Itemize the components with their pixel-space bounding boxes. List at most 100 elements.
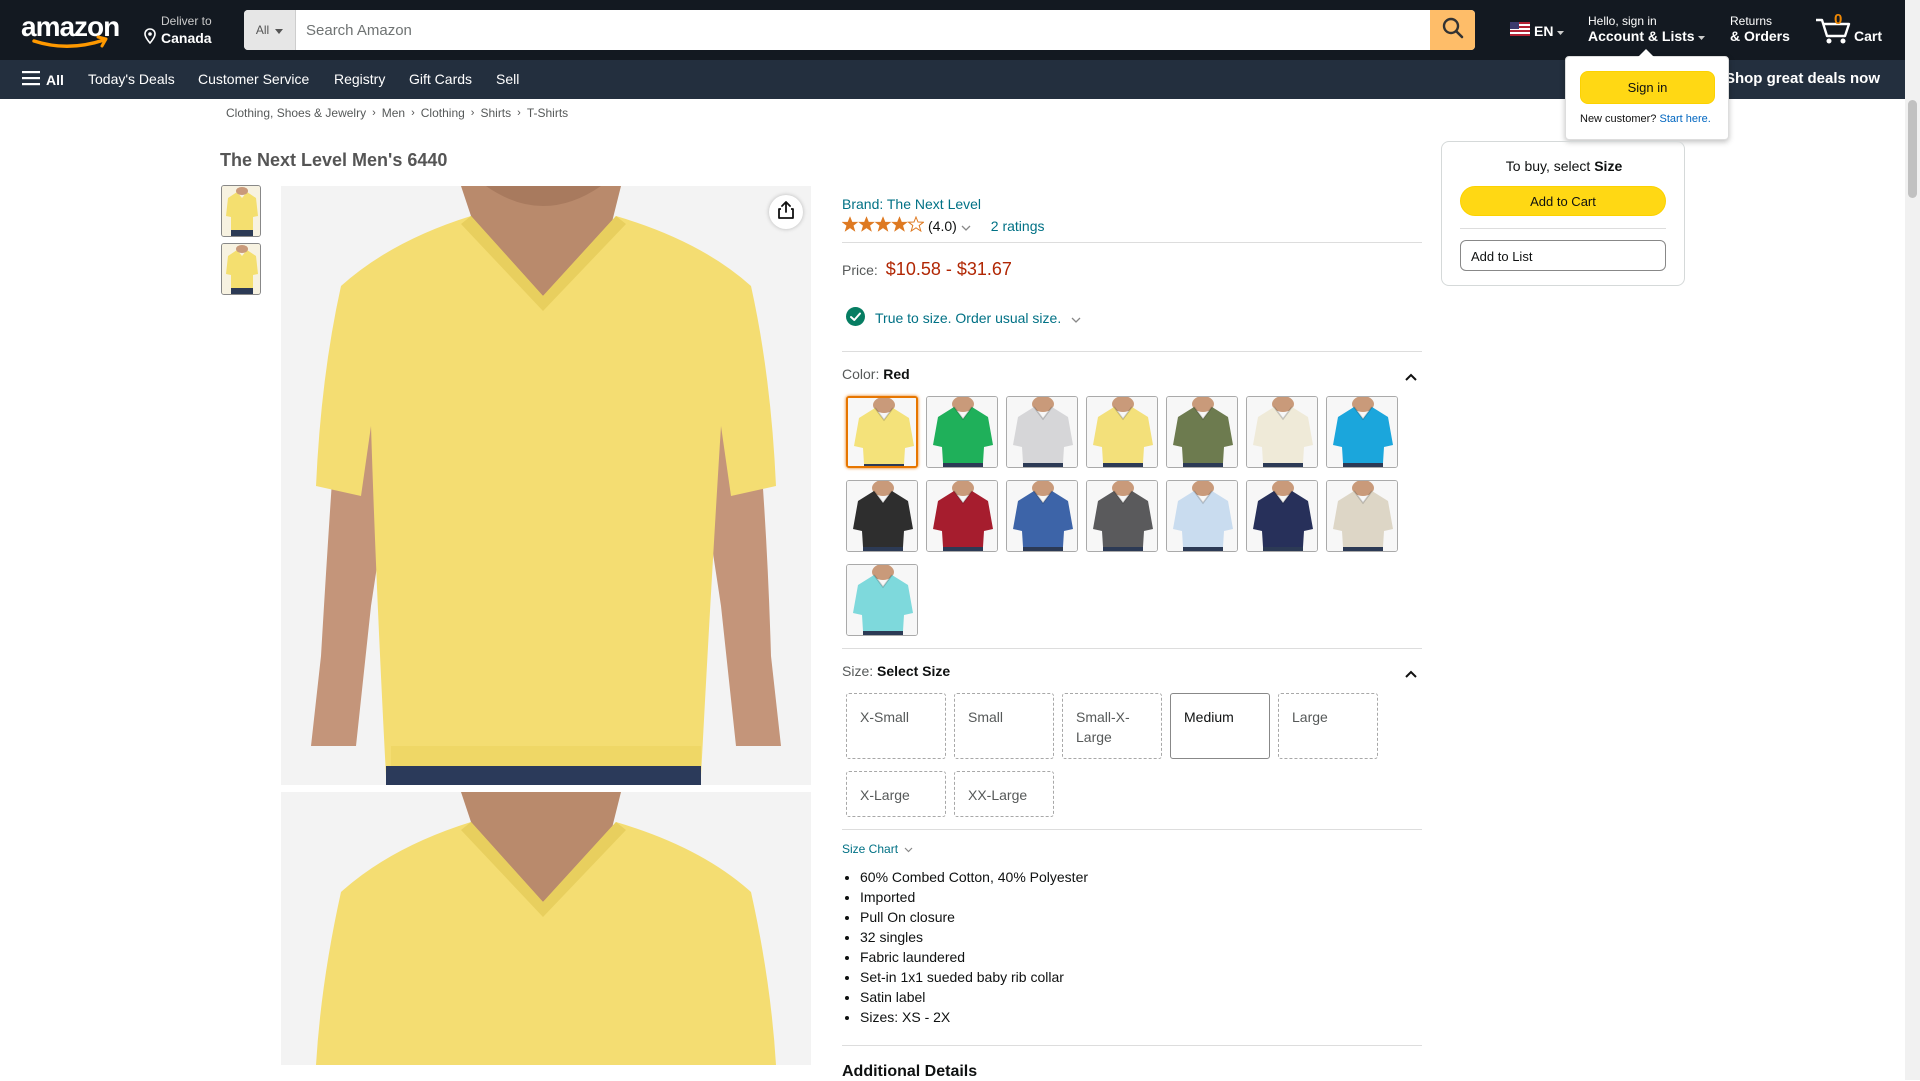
color-label: Color:	[842, 366, 880, 382]
popover-arrow	[1638, 49, 1654, 57]
page-scrollbar[interactable]	[1905, 0, 1920, 1080]
caret-down-icon	[1698, 28, 1706, 44]
nav-customer-service[interactable]: Customer Service	[198, 71, 309, 87]
deliver-to[interactable]: Deliver to Canada	[142, 14, 212, 47]
orders-label: & Orders	[1730, 28, 1790, 44]
all-menu-label: All	[46, 71, 64, 88]
size-selected: Select Size	[877, 663, 951, 679]
color-swatch[interactable]	[1326, 396, 1398, 468]
language-selector[interactable]: EN	[1510, 22, 1565, 39]
search-bar: All	[244, 10, 1475, 50]
product-title: The Next Level Men's 6440	[220, 150, 448, 170]
chevron-right-icon: ›	[517, 107, 521, 119]
rating-value: (4.0)	[928, 217, 957, 234]
amazon-logo[interactable]: amazon	[20, 11, 124, 50]
divider	[842, 351, 1422, 352]
color-swatch[interactable]	[1086, 396, 1158, 468]
brand-link[interactable]: Brand: The Next Level	[842, 196, 981, 212]
account-lists[interactable]: Hello, sign in Account & Lists	[1588, 14, 1706, 44]
breadcrumb-item[interactable]: Shirts	[480, 106, 511, 120]
size-option-x-large[interactable]: X-Large	[846, 771, 946, 817]
ratings-count-link[interactable]: 2 ratings	[991, 218, 1045, 234]
color-swatch[interactable]	[1166, 480, 1238, 552]
color-label-row: Color: Red	[842, 366, 910, 382]
search-input[interactable]	[296, 10, 1430, 50]
breadcrumb-item[interactable]: Clothing	[421, 106, 465, 120]
size-chart-label: Size Chart	[842, 842, 899, 856]
price-label: Price:	[842, 262, 878, 278]
start-here-link[interactable]: Start here.	[1659, 113, 1710, 125]
feature-item: Fabric laundered	[860, 947, 1088, 967]
new-customer-label: New customer?	[1580, 113, 1657, 125]
nav-sell[interactable]: Sell	[496, 71, 519, 87]
product-thumbnail[interactable]	[221, 185, 261, 237]
account-label: Account & Lists	[1588, 28, 1695, 44]
fit-note[interactable]: True to size. Order usual size.	[846, 307, 1081, 329]
buy-prompt-text: To buy, select	[1505, 158, 1591, 174]
feature-item: 32 singles	[860, 927, 1088, 947]
cart-count: 0	[1834, 11, 1843, 28]
search-category-label: All	[255, 23, 270, 37]
main-product-image[interactable]	[281, 186, 811, 785]
size-option-small-x-large[interactable]: Small-X-Large	[1062, 693, 1162, 759]
color-swatch[interactable]	[846, 480, 918, 552]
size-option-small[interactable]: Small	[954, 693, 1054, 759]
color-swatch[interactable]	[1246, 396, 1318, 468]
share-button[interactable]	[769, 195, 803, 229]
search-button[interactable]	[1430, 10, 1475, 50]
color-swatch[interactable]	[1006, 396, 1078, 468]
feature-item: 60% Combed Cotton, 40% Polyester	[860, 867, 1088, 887]
size-option-large[interactable]: Large	[1278, 693, 1378, 759]
color-swatch[interactable]	[1166, 396, 1238, 468]
product-thumbnail[interactable]	[221, 243, 261, 295]
color-swatch[interactable]	[926, 396, 998, 468]
color-swatch[interactable]	[1006, 480, 1078, 552]
buy-box: To buy, select Size Add to Cart Add to L…	[1441, 141, 1685, 286]
chevron-down-icon	[904, 842, 913, 856]
shop-deals-promo[interactable]: Shop great deals now	[1725, 70, 1880, 87]
caret-down-icon	[275, 23, 284, 37]
caret-down-icon	[1557, 23, 1565, 39]
divider	[842, 242, 1422, 243]
chevron-up-icon[interactable]	[1405, 665, 1417, 683]
check-circle-icon	[846, 307, 865, 329]
deliver-location: Canada	[161, 29, 212, 46]
scrollbar-thumb[interactable]	[1908, 100, 1917, 198]
add-to-cart-button[interactable]: Add to Cart	[1460, 186, 1666, 216]
color-swatch[interactable]	[846, 396, 918, 468]
breadcrumb: Clothing, Shoes & Jewelry › Men › Clothi…	[226, 106, 568, 120]
add-to-list-button[interactable]: Add to List	[1460, 240, 1666, 271]
color-swatch[interactable]	[1246, 480, 1318, 552]
size-option-medium[interactable]: Medium	[1170, 693, 1270, 759]
breadcrumb-item[interactable]: Clothing, Shoes & Jewelry	[226, 106, 366, 120]
color-swatch[interactable]	[1326, 480, 1398, 552]
cart-label: Cart	[1854, 28, 1883, 44]
cart-button[interactable]: 0 Cart	[1814, 10, 1884, 50]
chevron-down-icon	[1071, 310, 1081, 326]
feature-item: Satin label	[860, 987, 1088, 1007]
chevron-down-icon[interactable]	[961, 218, 971, 234]
secondary-product-image[interactable]	[281, 792, 811, 1065]
breadcrumb-item[interactable]: T-Shirts	[527, 106, 568, 120]
size-chart-link[interactable]: Size Chart	[842, 842, 913, 856]
color-swatch[interactable]	[1086, 480, 1158, 552]
color-swatch[interactable]	[926, 480, 998, 552]
feature-item: Set-in 1x1 sueded baby rib collar	[860, 967, 1088, 987]
size-option-xx-large[interactable]: XX-Large	[954, 771, 1054, 817]
language-label: EN	[1534, 22, 1554, 39]
returns-orders[interactable]: Returns & Orders	[1730, 14, 1790, 44]
cart-icon	[1814, 16, 1852, 51]
nav-gift-cards[interactable]: Gift Cards	[409, 71, 472, 87]
additional-details-heading: Additional Details	[842, 1063, 978, 1080]
color-swatch[interactable]	[846, 564, 918, 636]
breadcrumb-item[interactable]: Men	[382, 106, 405, 120]
signin-button[interactable]: Sign in	[1580, 71, 1715, 104]
nav-registry[interactable]: Registry	[334, 71, 385, 87]
size-option-x-small[interactable]: X-Small	[846, 693, 946, 759]
search-category-dropdown[interactable]: All	[244, 10, 296, 50]
all-menu-button[interactable]: All	[22, 70, 64, 89]
chevron-up-icon[interactable]	[1405, 368, 1417, 386]
star-rating-icon[interactable]	[841, 215, 925, 235]
account-greeting: Hello, sign in	[1588, 14, 1657, 28]
nav-todays-deals[interactable]: Today's Deals	[88, 71, 175, 87]
